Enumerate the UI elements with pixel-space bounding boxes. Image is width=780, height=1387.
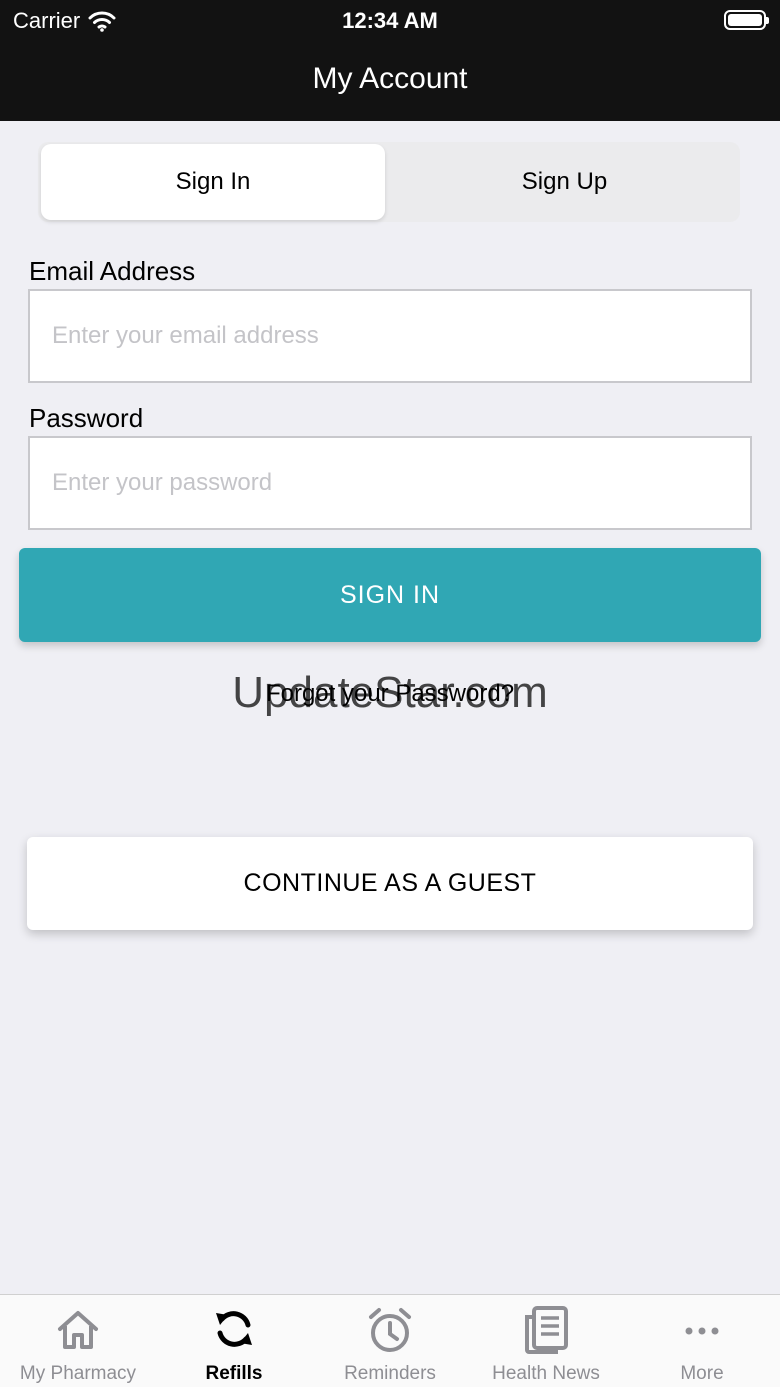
- tab-label: Health News: [492, 1363, 600, 1384]
- tab-my-pharmacy[interactable]: My Pharmacy: [0, 1295, 156, 1387]
- email-field[interactable]: [28, 289, 752, 383]
- password-label: Password: [29, 403, 144, 433]
- more-dots-icon: [685, 1327, 719, 1335]
- tab-label: Refills: [205, 1363, 263, 1384]
- tab-health-news[interactable]: Health News: [468, 1295, 624, 1387]
- alarm-clock-icon: [369, 1308, 411, 1352]
- segment-sign-in[interactable]: Sign In: [41, 144, 385, 220]
- tab-more[interactable]: More: [624, 1295, 780, 1387]
- continue-as-guest-button[interactable]: CONTINUE AS A GUEST: [27, 837, 753, 930]
- password-field[interactable]: [28, 436, 752, 530]
- tab-label: Reminders: [344, 1363, 436, 1384]
- newspaper-icon: [525, 1306, 568, 1354]
- refresh-icon: [216, 1311, 252, 1347]
- email-label: Email Address: [29, 256, 196, 286]
- sign-in-button[interactable]: SIGN IN: [19, 548, 761, 642]
- forgot-password-link[interactable]: Forgot your Password?: [0, 680, 780, 708]
- tab-refills[interactable]: Refills: [156, 1295, 312, 1387]
- segment-sign-up[interactable]: Sign Up: [389, 142, 740, 222]
- tab-bar: My Pharmacy Refills Reminders Health New…: [0, 1294, 780, 1387]
- sign-in-sign-up-segment: Sign In Sign Up: [38, 142, 740, 222]
- top-bar: Carrier 12:34 AM My Account: [0, 0, 780, 121]
- status-time: 12:34 AM: [342, 8, 438, 33]
- tab-label: More: [680, 1363, 724, 1384]
- battery-icon: [724, 10, 769, 30]
- tab-label: My Pharmacy: [19, 1363, 137, 1384]
- home-icon: [58, 1311, 98, 1349]
- page-title: My Account: [312, 62, 468, 95]
- tab-reminders[interactable]: Reminders: [312, 1295, 468, 1387]
